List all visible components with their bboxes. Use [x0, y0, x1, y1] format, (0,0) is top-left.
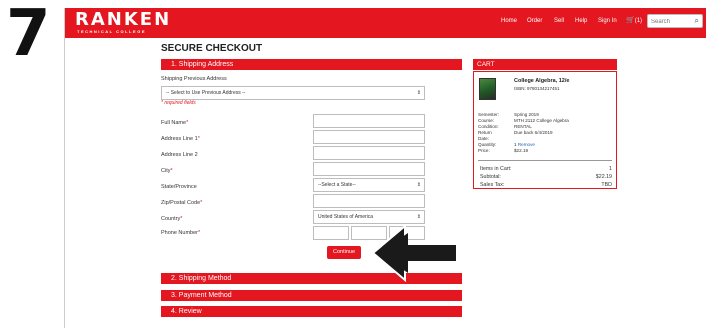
site-logo-subtitle: TECHNICAL COLLEGE [77, 29, 146, 34]
city-field[interactable] [313, 162, 425, 176]
prev-address-select[interactable]: -- Select to Use Previous Address -- ⇕ [161, 86, 425, 100]
section-review[interactable]: 4. Review [161, 306, 462, 317]
full-name-label: Full Name* [161, 120, 189, 126]
state-value: --Select a State-- [318, 182, 356, 188]
phone-area-field[interactable] [313, 226, 349, 240]
cart-item-isbn: ISBN: 9780134217451 [514, 86, 560, 91]
search-box: ⌕ [647, 14, 703, 28]
zip-label: Zip/Postal Code* [161, 200, 203, 206]
nav-sell[interactable]: Sell [554, 17, 564, 25]
required-fields-note: * required fields [161, 100, 196, 106]
city-label: City* [161, 168, 173, 174]
full-name-field[interactable] [313, 114, 425, 128]
cart-header: CART [473, 59, 617, 70]
prev-address-label: Shipping Previous Address [161, 76, 227, 82]
state-label: State/Province [161, 184, 197, 190]
pointer-arrow-icon [371, 223, 458, 283]
summary-value: TBD [601, 182, 612, 188]
site-logo[interactable]: RANKEN [75, 11, 171, 29]
search-icon[interactable]: ⌕ [695, 16, 699, 26]
cart-divider [478, 160, 612, 161]
nav-sign-in[interactable]: Sign In [598, 17, 617, 25]
summary-value: $22.19 [595, 174, 612, 180]
address2-field[interactable] [313, 146, 425, 160]
summary-value: 1 [609, 166, 612, 172]
section-payment-method[interactable]: 3. Payment Method [161, 290, 462, 301]
browser-page: RANKEN TECHNICAL COLLEGE Home Order Sell… [64, 8, 706, 328]
nav-cart[interactable]: 🛒(1) [626, 17, 642, 25]
address2-label: Address Line 2 [161, 152, 198, 158]
page-title: SECURE CHECKOUT [161, 43, 263, 54]
prev-address-value: -- Select to Use Previous Address -- [166, 90, 246, 96]
summary-key: Sales Tax: [480, 182, 505, 188]
step-number: 7 [6, 0, 51, 71]
detail-value: $22.19 [514, 148, 529, 153]
address1-field[interactable] [313, 130, 425, 144]
remove-link[interactable]: Remove [518, 142, 535, 147]
tutorial-frame: 7 RANKEN TECHNICAL COLLEGE Home Order Se… [0, 0, 706, 328]
cart-count: (1) [634, 18, 643, 24]
search-input[interactable] [651, 17, 689, 26]
cart-icon: 🛒 [626, 17, 635, 24]
select-arrows-icon: ⇕ [416, 182, 421, 188]
select-arrows-icon: ⇕ [416, 90, 421, 96]
detail-value: Due back 6/4/2019 [514, 130, 553, 135]
continue-button[interactable]: Continue [327, 246, 361, 259]
site-header: RANKEN TECHNICAL COLLEGE Home Order Sell… [65, 8, 706, 38]
summary-key: Subtotal: [480, 174, 501, 180]
zip-field[interactable] [313, 194, 425, 208]
nav-help[interactable]: Help [575, 17, 587, 25]
state-select[interactable]: --Select a State-- ⇕ [313, 178, 425, 192]
phone-label: Phone Number* [161, 230, 201, 236]
nav-home[interactable]: Home [501, 17, 517, 25]
book-cover-image [479, 78, 496, 100]
address1-label: Address Line 1* [161, 136, 200, 142]
cart-panel: College Algebra, 12/e ISBN: 978013421745… [473, 71, 617, 189]
section-shipping-address[interactable]: 1. Shipping Address [161, 59, 462, 70]
country-label: Country* [161, 216, 183, 222]
summary-key: Items in Cart: [480, 166, 512, 172]
detail-key: Price: [478, 148, 490, 153]
cart-item-title: College Algebra, 12/e [514, 78, 570, 84]
nav-order[interactable]: Order [527, 17, 542, 25]
